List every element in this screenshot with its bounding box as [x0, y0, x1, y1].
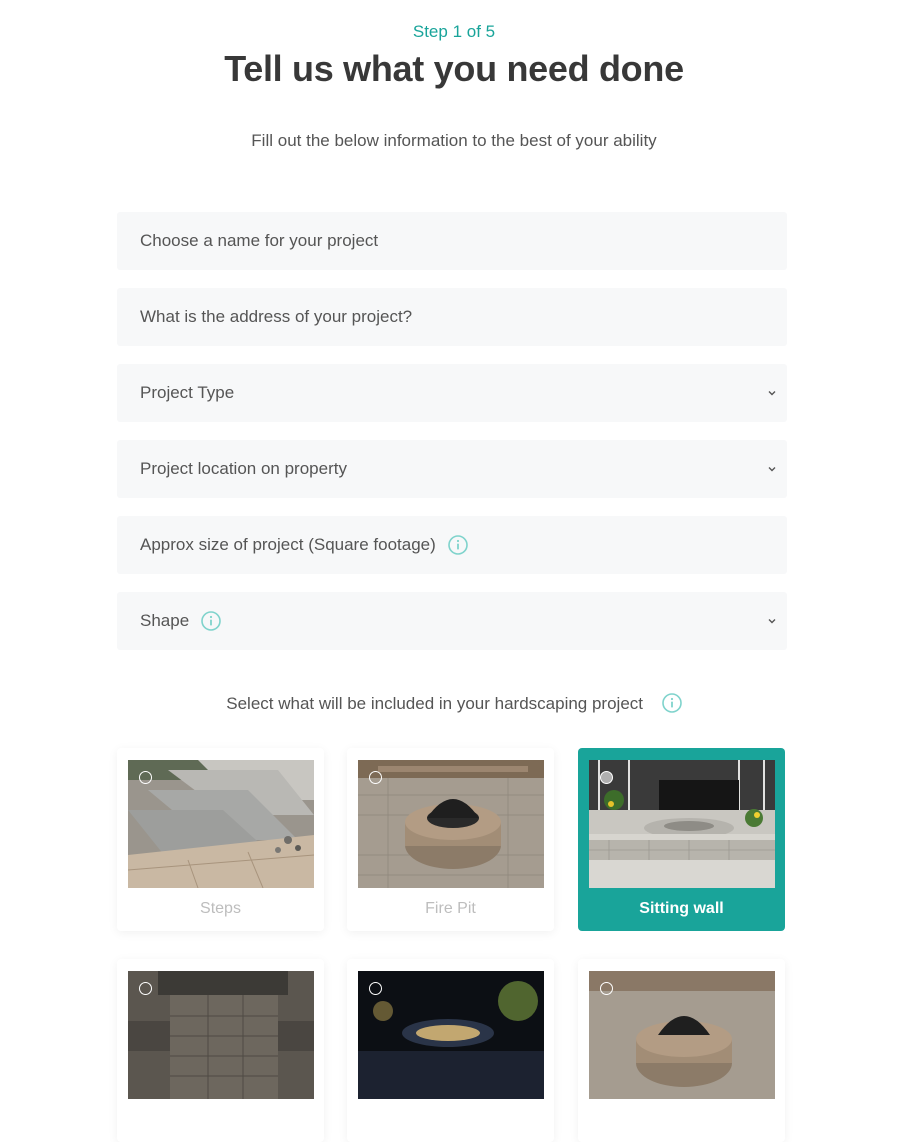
- fire-pit-alt-photo: [589, 971, 775, 1099]
- chevron-down-icon: [768, 467, 776, 472]
- option-card-fire-pit[interactable]: Fire Pit: [347, 748, 554, 931]
- address-field[interactable]: [117, 288, 787, 346]
- project-name-field[interactable]: [117, 212, 787, 270]
- info-icon[interactable]: [661, 692, 682, 713]
- option-label: Sitting wall: [639, 900, 724, 917]
- includes-label-text: Select what will be included in your har…: [226, 694, 643, 713]
- includes-section-label: Select what will be included in your har…: [0, 692, 908, 715]
- address-input[interactable]: [140, 307, 760, 327]
- option-label: Steps: [200, 900, 241, 917]
- step-indicator: Step 1 of 5: [412, 22, 496, 41]
- approx-size-label: Approx size of project (Square footage): [140, 535, 436, 554]
- project-type-label: Project Type: [140, 383, 235, 402]
- steps-photo: [128, 760, 314, 888]
- option-label: Fire Pit: [425, 900, 476, 917]
- radio-checked-icon[interactable]: [600, 771, 613, 784]
- page-subtitle: Fill out the below information to the be…: [251, 131, 657, 150]
- project-type-select[interactable]: Project Type: [117, 364, 787, 422]
- radio-circle-icon[interactable]: [369, 982, 382, 995]
- chevron-down-icon: [768, 619, 776, 624]
- project-name-input[interactable]: [140, 231, 760, 251]
- lighting-photo: [358, 971, 544, 1099]
- info-icon[interactable]: [201, 611, 221, 631]
- radio-circle-icon[interactable]: [369, 771, 382, 784]
- option-card-sitting-wall[interactable]: Sitting wall: [578, 748, 785, 931]
- shape-select[interactable]: Shape: [117, 592, 787, 650]
- project-location-label: Project location on property: [140, 459, 347, 478]
- option-card-pillar[interactable]: [117, 959, 324, 1142]
- option-card-steps[interactable]: Steps: [117, 748, 324, 931]
- radio-circle-icon[interactable]: [139, 982, 152, 995]
- pillar-photo: [128, 971, 314, 1099]
- shape-label: Shape: [140, 611, 190, 630]
- fire-pit-photo: [358, 760, 544, 888]
- info-icon[interactable]: [447, 535, 468, 555]
- option-card-fire-pit-alt[interactable]: [578, 959, 785, 1142]
- page-title: Tell us what you need done: [224, 48, 684, 89]
- sitting-wall-photo: [589, 760, 775, 888]
- option-card-lighting[interactable]: [347, 959, 554, 1142]
- approx-size-field[interactable]: Approx size of project (Square footage): [117, 516, 787, 574]
- chevron-down-icon: [768, 391, 776, 396]
- project-location-select[interactable]: Project location on property: [117, 440, 787, 498]
- radio-circle-icon[interactable]: [600, 982, 613, 995]
- radio-circle-icon[interactable]: [139, 771, 152, 784]
